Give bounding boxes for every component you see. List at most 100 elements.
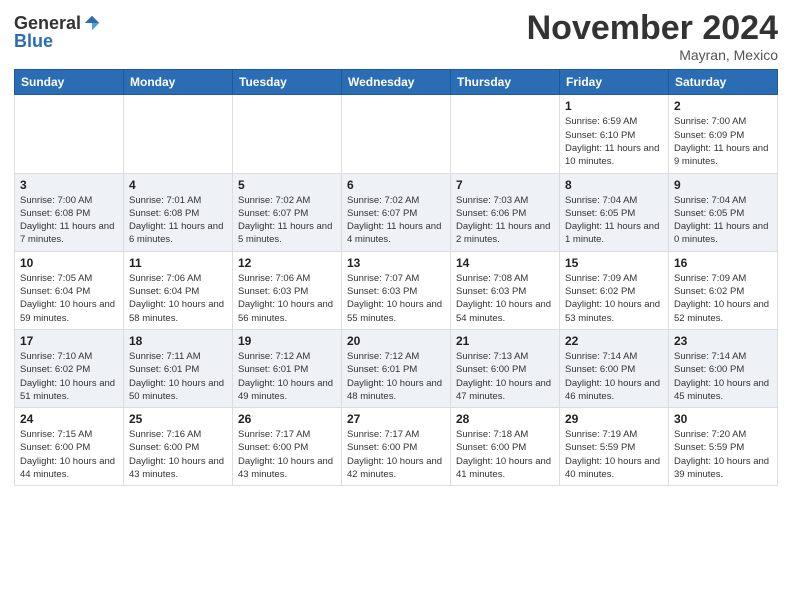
day-info: Sunrise: 7:04 AMSunset: 6:05 PMDaylight:… (674, 194, 772, 247)
calendar-day-9: 9 Sunrise: 7:04 AMSunset: 6:05 PMDaylight… (669, 173, 778, 251)
day-info: Sunrise: 7:02 AMSunset: 6:07 PMDaylight:… (238, 194, 336, 247)
calendar-day-28: 28 Sunrise: 7:18 AMSunset: 6:00 PMDayligh… (451, 408, 560, 486)
day-number: 22 (565, 334, 663, 348)
day-info: Sunrise: 7:18 AMSunset: 6:00 PMDaylight:… (456, 428, 554, 481)
day-info: Sunrise: 7:01 AMSunset: 6:08 PMDaylight:… (129, 194, 227, 247)
page: General Blue November 2024 Mayran, Mexic… (0, 0, 792, 612)
day-number: 9 (674, 178, 772, 192)
weekday-header-monday: Monday (124, 70, 233, 95)
weekday-header-sunday: Sunday (15, 70, 124, 95)
day-number: 25 (129, 412, 227, 426)
calendar-week-row: 17 Sunrise: 7:10 AMSunset: 6:02 PMDayligh… (15, 329, 778, 407)
calendar-day-11: 11 Sunrise: 7:06 AMSunset: 6:04 PMDayligh… (124, 251, 233, 329)
day-number: 20 (347, 334, 445, 348)
day-info: Sunrise: 7:09 AMSunset: 6:02 PMDaylight:… (565, 272, 663, 325)
day-info: Sunrise: 7:19 AMSunset: 5:59 PMDaylight:… (565, 428, 663, 481)
day-info: Sunrise: 7:00 AMSunset: 6:08 PMDaylight:… (20, 194, 118, 247)
weekday-header-friday: Friday (560, 70, 669, 95)
calendar-week-row: 3Sunrise: 7:00 AMSunset: 6:08 PMDaylight… (15, 173, 778, 251)
day-info: Sunrise: 7:17 AMSunset: 6:00 PMDaylight:… (238, 428, 336, 481)
logo-blue: Blue (14, 32, 53, 50)
day-number: 5 (238, 178, 336, 192)
day-info: Sunrise: 7:10 AMSunset: 6:02 PMDaylight:… (20, 350, 118, 403)
day-info: Sunrise: 7:15 AMSunset: 6:00 PMDaylight:… (20, 428, 118, 481)
day-number: 6 (347, 178, 445, 192)
day-number: 27 (347, 412, 445, 426)
day-number: 12 (238, 256, 336, 270)
calendar-day-8: 8Sunrise: 7:04 AMSunset: 6:05 PMDaylight… (560, 173, 669, 251)
day-info: Sunrise: 7:06 AMSunset: 6:04 PMDaylight:… (129, 272, 227, 325)
calendar-day-24: 24 Sunrise: 7:15 AMSunset: 6:00 PMDayligh… (15, 408, 124, 486)
day-number: 30 (674, 412, 772, 426)
calendar-day-4: 4 Sunrise: 7:01 AMSunset: 6:08 PMDaylight… (124, 173, 233, 251)
day-number: 13 (347, 256, 445, 270)
calendar-day-21: 21 Sunrise: 7:13 AMSunset: 6:00 PMDayligh… (451, 329, 560, 407)
day-info: Sunrise: 7:08 AMSunset: 6:03 PMDaylight:… (456, 272, 554, 325)
weekday-header-tuesday: Tuesday (233, 70, 342, 95)
logo-general: General (14, 14, 81, 32)
calendar-day-19: 19 Sunrise: 7:12 AMSunset: 6:01 PMDayligh… (233, 329, 342, 407)
weekday-header-wednesday: Wednesday (342, 70, 451, 95)
day-number: 17 (20, 334, 118, 348)
calendar-day-3: 3Sunrise: 7:00 AMSunset: 6:08 PMDaylight… (15, 173, 124, 251)
day-number: 10 (20, 256, 118, 270)
calendar-day-16: 16 Sunrise: 7:09 AMSunset: 6:02 PMDayligh… (669, 251, 778, 329)
calendar-empty-cell (342, 95, 451, 173)
calendar-day-25: 25 Sunrise: 7:16 AMSunset: 6:00 PMDayligh… (124, 408, 233, 486)
day-info: Sunrise: 7:16 AMSunset: 6:00 PMDaylight:… (129, 428, 227, 481)
day-info: Sunrise: 7:14 AMSunset: 6:00 PMDaylight:… (565, 350, 663, 403)
calendar-day-12: 12Sunrise: 7:06 AMSunset: 6:03 PMDayligh… (233, 251, 342, 329)
calendar-day-1: 1Sunrise: 6:59 AMSunset: 6:10 PMDaylight… (560, 95, 669, 173)
calendar-empty-cell (15, 95, 124, 173)
day-info: Sunrise: 7:07 AMSunset: 6:03 PMDaylight:… (347, 272, 445, 325)
day-info: Sunrise: 7:12 AMSunset: 6:01 PMDaylight:… (238, 350, 336, 403)
logo-icon (83, 14, 101, 32)
day-number: 26 (238, 412, 336, 426)
day-number: 8 (565, 178, 663, 192)
calendar-day-29: 29 Sunrise: 7:19 AMSunset: 5:59 PMDayligh… (560, 408, 669, 486)
day-number: 11 (129, 256, 227, 270)
day-number: 16 (674, 256, 772, 270)
calendar-day-22: 22 Sunrise: 7:14 AMSunset: 6:00 PMDayligh… (560, 329, 669, 407)
calendar-day-7: 7Sunrise: 7:03 AMSunset: 6:06 PMDaylight… (451, 173, 560, 251)
day-number: 15 (565, 256, 663, 270)
logo: General Blue (14, 14, 101, 50)
day-number: 23 (674, 334, 772, 348)
title-area: November 2024 Mayran, Mexico (527, 10, 778, 63)
day-info: Sunrise: 7:13 AMSunset: 6:00 PMDaylight:… (456, 350, 554, 403)
day-number: 28 (456, 412, 554, 426)
calendar-empty-cell (451, 95, 560, 173)
calendar-day-10: 10 Sunrise: 7:05 AMSunset: 6:04 PMDayligh… (15, 251, 124, 329)
day-number: 21 (456, 334, 554, 348)
day-number: 2 (674, 99, 772, 113)
day-number: 24 (20, 412, 118, 426)
calendar-empty-cell (233, 95, 342, 173)
day-info: Sunrise: 7:11 AMSunset: 6:01 PMDaylight:… (129, 350, 227, 403)
weekday-header-thursday: Thursday (451, 70, 560, 95)
calendar-day-5: 5 Sunrise: 7:02 AMSunset: 6:07 PMDaylight… (233, 173, 342, 251)
calendar-week-row: 10 Sunrise: 7:05 AMSunset: 6:04 PMDayligh… (15, 251, 778, 329)
calendar-day-15: 15 Sunrise: 7:09 AMSunset: 6:02 PMDayligh… (560, 251, 669, 329)
calendar-day-13: 13 Sunrise: 7:07 AMSunset: 6:03 PMDayligh… (342, 251, 451, 329)
location-subtitle: Mayran, Mexico (527, 47, 778, 63)
day-number: 19 (238, 334, 336, 348)
day-number: 4 (129, 178, 227, 192)
month-title: November 2024 (527, 10, 778, 47)
calendar-day-20: 20Sunrise: 7:12 AMSunset: 6:01 PMDayligh… (342, 329, 451, 407)
calendar-day-17: 17 Sunrise: 7:10 AMSunset: 6:02 PMDayligh… (15, 329, 124, 407)
weekday-header-row: SundayMondayTuesdayWednesdayThursdayFrid… (15, 70, 778, 95)
day-info: Sunrise: 7:03 AMSunset: 6:06 PMDaylight:… (456, 194, 554, 247)
day-info: Sunrise: 7:20 AMSunset: 5:59 PMDaylight:… (674, 428, 772, 481)
day-info: Sunrise: 7:00 AMSunset: 6:09 PMDaylight:… (674, 115, 772, 168)
calendar-day-27: 27 Sunrise: 7:17 AMSunset: 6:00 PMDayligh… (342, 408, 451, 486)
day-info: Sunrise: 7:02 AMSunset: 6:07 PMDaylight:… (347, 194, 445, 247)
day-info: Sunrise: 7:17 AMSunset: 6:00 PMDaylight:… (347, 428, 445, 481)
header: General Blue November 2024 Mayran, Mexic… (14, 10, 778, 63)
day-info: Sunrise: 7:09 AMSunset: 6:02 PMDaylight:… (674, 272, 772, 325)
day-info: Sunrise: 7:05 AMSunset: 6:04 PMDaylight:… (20, 272, 118, 325)
calendar-day-30: 30 Sunrise: 7:20 AMSunset: 5:59 PMDayligh… (669, 408, 778, 486)
day-info: Sunrise: 7:14 AMSunset: 6:00 PMDaylight:… (674, 350, 772, 403)
calendar-day-6: 6 Sunrise: 7:02 AMSunset: 6:07 PMDaylight… (342, 173, 451, 251)
day-number: 29 (565, 412, 663, 426)
calendar-day-18: 18Sunrise: 7:11 AMSunset: 6:01 PMDayligh… (124, 329, 233, 407)
